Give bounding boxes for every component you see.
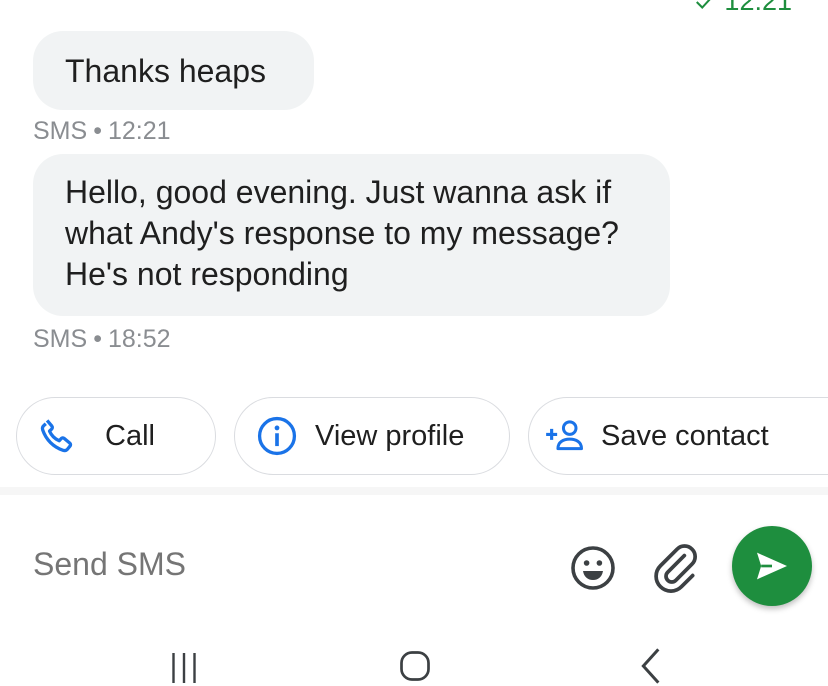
save-contact-label: Save contact	[601, 419, 769, 452]
call-button[interactable]: Call	[16, 397, 216, 475]
paperclip-icon[interactable]	[650, 540, 700, 594]
meta-separator: •	[93, 325, 102, 353]
add-contact-icon	[546, 420, 583, 451]
home-icon[interactable]	[397, 648, 433, 684]
previous-message-status: 12:21	[694, 0, 792, 17]
message-meta: SMS • 18:52	[33, 325, 171, 354]
recents-icon[interactable]	[166, 650, 202, 686]
send-button[interactable]	[732, 526, 812, 606]
message-time: 18:52	[107, 325, 171, 353]
call-label: Call	[105, 419, 155, 452]
view-profile-label: View profile	[315, 419, 465, 452]
check-icon	[696, 0, 711, 9]
message-bubble[interactable]: Hello, good evening. Just wanna ask if w…	[33, 154, 670, 316]
system-navigation-bar	[0, 640, 828, 684]
suggested-actions: Call View profile Save contact	[16, 397, 828, 477]
previous-message-time: 12:21	[724, 0, 792, 16]
emoji-icon[interactable]	[569, 544, 617, 592]
message-bubble[interactable]: Thanks heaps	[33, 31, 314, 110]
message-meta: SMS • 12:21	[33, 117, 171, 146]
phone-icon	[40, 419, 73, 453]
compose-bar	[0, 500, 828, 620]
save-contact-button[interactable]: Save contact	[528, 397, 828, 475]
message-text: Hello, good evening. Just wanna ask if w…	[65, 174, 619, 292]
message-channel: SMS	[33, 117, 88, 145]
message-input[interactable]	[33, 546, 493, 583]
compose-divider	[0, 487, 828, 495]
back-icon[interactable]	[636, 646, 664, 686]
message-text: Thanks heaps	[65, 53, 267, 89]
send-icon	[757, 552, 787, 580]
message-channel: SMS	[33, 325, 88, 353]
view-profile-button[interactable]: View profile	[234, 397, 510, 475]
meta-separator: •	[93, 117, 102, 145]
info-icon	[257, 416, 297, 456]
message-time: 12:21	[107, 117, 171, 145]
